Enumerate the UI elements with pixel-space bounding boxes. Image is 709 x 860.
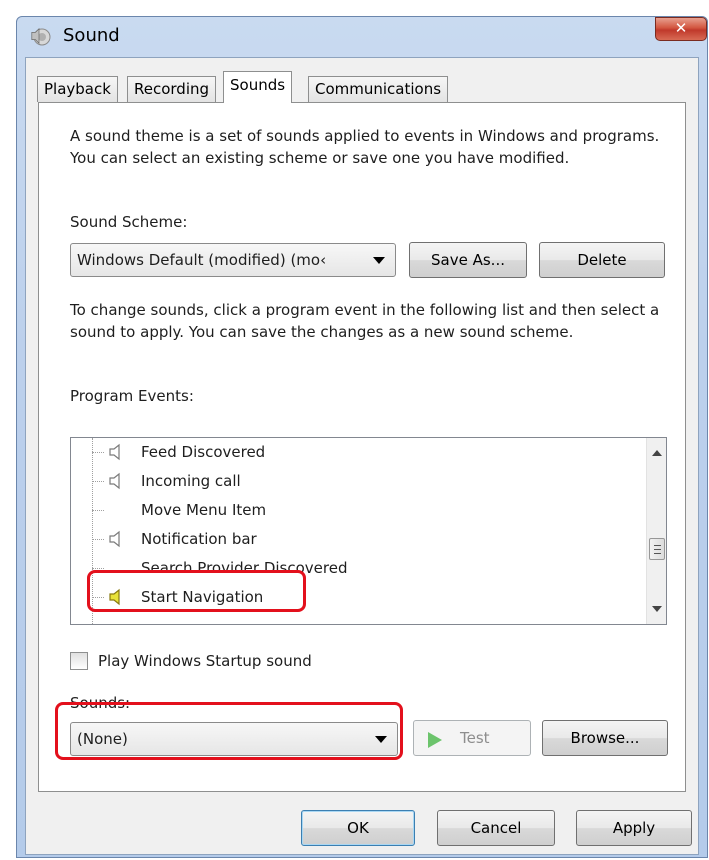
event-label: Incoming call — [141, 472, 241, 490]
dialog-client-area: Playback Recording Sounds Communications… — [25, 57, 699, 855]
chevron-down-icon — [373, 257, 385, 264]
event-label: Notification bar — [141, 530, 257, 548]
speaker-icon — [109, 588, 120, 606]
sound-scheme-value: Windows Default (modified) (mo‹ — [77, 251, 327, 269]
scroll-down-icon[interactable] — [652, 606, 662, 612]
startup-sound-checkbox[interactable] — [70, 652, 88, 670]
chevron-down-icon — [375, 736, 387, 743]
apply-button[interactable]: Apply — [576, 810, 692, 846]
sound-scheme-select[interactable]: Windows Default (modified) (mo‹ — [70, 243, 396, 277]
list-item-selected[interactable]: Start Navigation — [71, 583, 631, 612]
tab-playback[interactable]: Playback — [37, 76, 118, 102]
sound-dialog: Sound ✕ Playback Recording Sounds Commun… — [16, 16, 708, 858]
list-item[interactable]: Incoming call — [71, 467, 631, 496]
window-title: Sound — [63, 25, 120, 46]
tree-branch — [92, 481, 104, 482]
scroll-thumb[interactable] — [649, 538, 665, 560]
grip-line — [654, 545, 661, 546]
ok-button[interactable]: OK — [301, 810, 415, 846]
instructions-text: To change sounds, click a program event … — [70, 301, 660, 341]
startup-sound-label: Play Windows Startup sound — [98, 652, 312, 670]
grip-line — [654, 549, 661, 550]
event-label: Feed Discovered — [141, 443, 266, 461]
play-icon — [428, 732, 442, 748]
sounds-label: Sounds: — [70, 694, 131, 712]
speaker-icon — [109, 472, 120, 490]
event-label: Search Provider Discovered — [141, 559, 348, 577]
tab-communications[interactable]: Communications — [308, 76, 449, 102]
speaker-icon — [109, 443, 120, 461]
grip-line — [654, 553, 661, 554]
event-label: Start Navigation — [141, 588, 264, 606]
title-bar[interactable]: Sound ✕ — [17, 17, 707, 57]
list-item[interactable]: Move Menu Item — [71, 496, 631, 525]
cancel-button[interactable]: Cancel — [437, 810, 555, 846]
program-events-list[interactable]: Feed Discovered Incoming call Move Menu … — [70, 437, 667, 625]
tree-branch — [92, 597, 104, 598]
list-item[interactable]: Search Provider Discovered — [71, 554, 631, 583]
tab-sounds[interactable]: Sounds — [223, 71, 293, 103]
scroll-up-icon[interactable] — [652, 450, 662, 456]
tree-branch — [92, 452, 104, 453]
list-item[interactable]: Notification bar — [71, 525, 631, 554]
program-events-label: Program Events: — [70, 387, 194, 405]
tree-branch — [92, 539, 104, 540]
browse-button[interactable]: Browse... — [542, 720, 668, 756]
sounds-select[interactable]: (None) — [70, 722, 398, 756]
intro-text: A sound theme is a set of sounds applied… — [70, 127, 660, 167]
close-icon: ✕ — [674, 19, 688, 37]
tree-branch — [92, 510, 104, 511]
list-item[interactable]: Feed Discovered — [71, 438, 631, 467]
speaker-icon — [31, 27, 51, 46]
save-as-button[interactable]: Save As... — [409, 242, 527, 278]
sounds-value: (None) — [77, 730, 128, 748]
delete-button[interactable]: Delete — [539, 242, 665, 278]
tree-branch — [92, 568, 104, 569]
test-button[interactable]: Test — [413, 720, 531, 756]
tab-recording[interactable]: Recording — [127, 76, 217, 102]
speaker-icon — [109, 530, 120, 548]
event-label: Move Menu Item — [141, 501, 267, 519]
sound-scheme-label: Sound Scheme: — [70, 213, 188, 231]
test-label: Test — [460, 729, 490, 747]
close-button[interactable]: ✕ — [655, 17, 707, 41]
events-scrollbar[interactable] — [646, 438, 666, 624]
